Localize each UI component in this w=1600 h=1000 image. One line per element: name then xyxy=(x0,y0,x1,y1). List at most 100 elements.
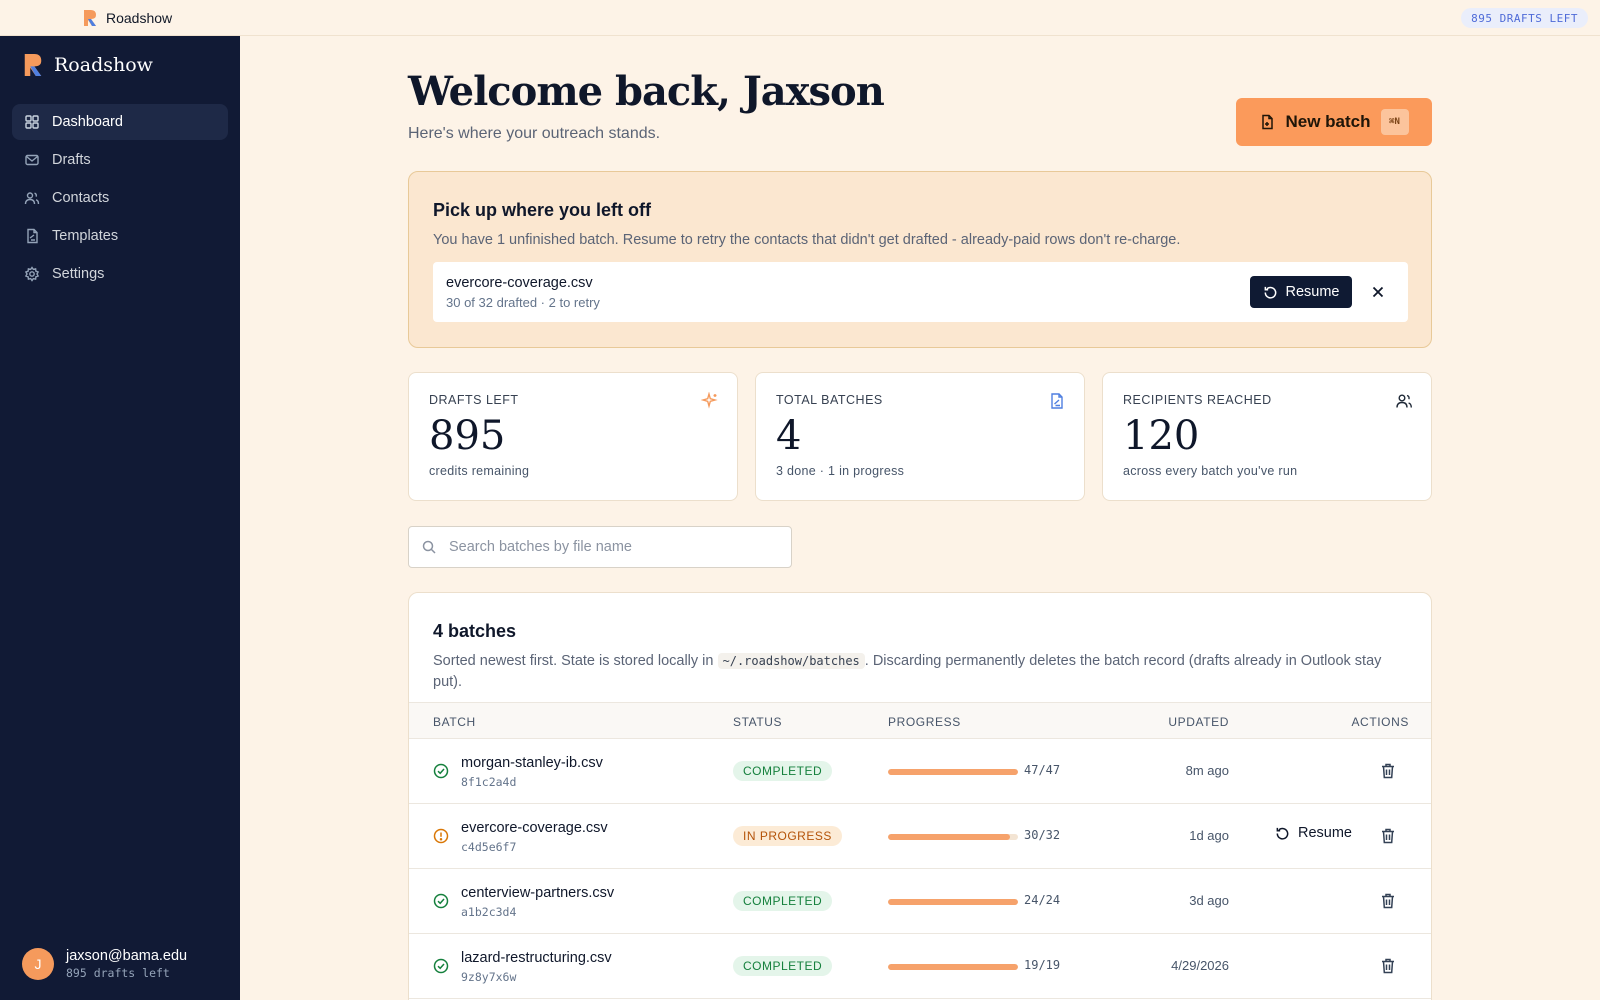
row-resume-button[interactable]: Resume xyxy=(1275,825,1352,841)
status-badge: COMPLETED xyxy=(733,956,833,976)
alert-circle-icon xyxy=(433,828,449,844)
table-row[interactable]: evercore-coverage.csv c4d5e6f7 IN PROGRE… xyxy=(409,804,1431,869)
stat-sub: 3 done · 1 in progress xyxy=(776,464,905,478)
sidebar-item-drafts[interactable]: Drafts xyxy=(12,142,228,178)
unfinished-batch-row: evercore-coverage.csv 30 of 32 drafted ·… xyxy=(433,262,1408,322)
column-header-progress: PROGRESS xyxy=(888,715,961,729)
check-circle-icon xyxy=(433,958,449,974)
progress-bar xyxy=(888,964,1018,970)
sidebar-item-settings[interactable]: Settings xyxy=(12,256,228,292)
page-header: Welcome back, Jaxson Here's where your o… xyxy=(408,36,1432,167)
roadshow-logo-icon xyxy=(84,9,96,26)
progress-bar xyxy=(888,834,1018,840)
batch-file-name[interactable]: centerview-partners.csv xyxy=(461,885,614,901)
mail-icon xyxy=(25,154,39,166)
resume-label: Resume xyxy=(1285,284,1340,300)
new-batch-button[interactable]: New batch ⌘N xyxy=(1236,98,1432,146)
column-header-actions: ACTIONS xyxy=(1351,715,1409,729)
progress-bar xyxy=(888,899,1018,905)
file-icon xyxy=(1051,393,1063,409)
progress-text: 47/47 xyxy=(1024,763,1061,777)
stat-sub: across every batch you've run xyxy=(1123,464,1298,478)
shortcut-hint: ⌘N xyxy=(1380,109,1409,135)
drafts-left-pill: 895 DRAFTS LEFT xyxy=(1461,8,1588,28)
stat-value: 895 xyxy=(429,413,506,459)
resume-card-description: You have 1 unfinished batch. Resume to r… xyxy=(433,232,1181,248)
progress-fill xyxy=(888,769,1018,775)
sidebar-item-label: Drafts xyxy=(52,152,91,168)
stat-value: 120 xyxy=(1123,413,1200,459)
updated-time: 3d ago xyxy=(1189,893,1229,908)
unfinished-batch-file: evercore-coverage.csv xyxy=(446,275,593,291)
batches-panel: 4 batches Sorted newest first. State is … xyxy=(408,592,1432,1000)
batches-title: 4 batches xyxy=(433,621,517,641)
batch-id: c4d5e6f7 xyxy=(461,840,517,854)
sidebar-nav: Dashboard Drafts Contacts Templates Sett… xyxy=(12,104,228,294)
column-header-updated: UPDATED xyxy=(1168,715,1229,729)
batch-id: 9z8y7x6w xyxy=(461,970,517,984)
progress-bar xyxy=(888,769,1018,775)
file-icon xyxy=(27,228,38,244)
sidebar-item-label: Settings xyxy=(52,266,105,282)
check-circle-icon xyxy=(433,763,449,779)
avatar: J xyxy=(22,948,54,980)
stat-value: 4 xyxy=(776,413,802,459)
batches-path: ~/.roadshow/batches xyxy=(717,653,865,669)
dismiss-button[interactable] xyxy=(1368,282,1388,302)
batch-id: a1b2c3d4 xyxy=(461,905,517,919)
table-row[interactable]: centerview-partners.csv a1b2c3d4 COMPLET… xyxy=(409,869,1431,934)
progress-fill xyxy=(888,834,1010,840)
check-circle-icon xyxy=(433,893,449,909)
resume-card-title: Pick up where you left off xyxy=(433,200,652,220)
stat-label: RECIPIENTS REACHED xyxy=(1123,393,1272,407)
sidebar-item-dashboard[interactable]: Dashboard xyxy=(12,104,228,140)
progress-text: 24/24 xyxy=(1024,893,1061,907)
users-icon xyxy=(24,192,40,205)
titlebar-app-name: Roadshow xyxy=(106,9,173,26)
updated-time: 1d ago xyxy=(1189,828,1229,843)
batch-file-name[interactable]: morgan-stanley-ib.csv xyxy=(461,755,603,771)
brand-name: Roadshow xyxy=(54,54,153,76)
stats-row: DRAFTS LEFT 895 credits remaining TOTAL … xyxy=(408,372,1432,501)
main-content: Welcome back, Jaxson Here's where your o… xyxy=(408,36,1432,1000)
sidebar-item-label: Templates xyxy=(52,228,119,244)
trash-icon[interactable] xyxy=(1379,762,1397,780)
trash-icon[interactable] xyxy=(1379,892,1397,910)
table-row[interactable]: morgan-stanley-ib.csv 8f1c2a4d COMPLETED… xyxy=(409,739,1431,804)
sidebar-brand[interactable]: Roadshow xyxy=(22,52,153,78)
search-input[interactable] xyxy=(449,539,769,555)
refresh-icon xyxy=(1276,827,1289,840)
updated-time: 4/29/2026 xyxy=(1171,958,1229,973)
trash-icon[interactable] xyxy=(1379,827,1397,845)
user-drafts-left: 895 drafts left xyxy=(66,966,170,980)
page-subtitle: Here's where your outreach stands. xyxy=(408,125,661,142)
user-profile[interactable]: J jaxson@bama.edu 895 drafts left xyxy=(22,948,187,980)
sidebar-item-templates[interactable]: Templates xyxy=(12,218,228,254)
stat-sub: credits remaining xyxy=(429,464,530,478)
batch-file-name[interactable]: lazard-restructuring.csv xyxy=(461,950,612,966)
close-icon xyxy=(1372,286,1384,298)
gear-icon xyxy=(24,266,40,282)
progress-text: 30/32 xyxy=(1024,828,1061,842)
page-title: Welcome back, Jaxson xyxy=(408,68,885,115)
sidebar-item-label: Contacts xyxy=(52,190,110,206)
resume-card: Pick up where you left off You have 1 un… xyxy=(408,171,1432,348)
table-row[interactable]: lazard-restructuring.csv 9z8y7x6w COMPLE… xyxy=(409,934,1431,999)
row-resume-label: Resume xyxy=(1298,825,1352,841)
stat-label: DRAFTS LEFT xyxy=(429,393,519,407)
status-badge: COMPLETED xyxy=(733,761,833,781)
refresh-icon xyxy=(1264,286,1276,299)
resume-button[interactable]: Resume xyxy=(1250,276,1352,308)
sidebar-item-contacts[interactable]: Contacts xyxy=(12,180,228,216)
trash-icon[interactable] xyxy=(1379,957,1397,975)
progress-fill xyxy=(888,899,1018,905)
search-icon xyxy=(422,540,436,554)
sparkle-icon xyxy=(701,392,718,409)
status-badge: COMPLETED xyxy=(733,891,833,911)
search-box xyxy=(408,526,792,568)
batch-id: 8f1c2a4d xyxy=(461,775,517,789)
batch-file-name[interactable]: evercore-coverage.csv xyxy=(461,820,608,836)
users-icon xyxy=(1396,394,1412,408)
column-header-batch: BATCH xyxy=(433,715,476,729)
batches-description: Sorted newest first. State is stored loc… xyxy=(433,651,1393,693)
